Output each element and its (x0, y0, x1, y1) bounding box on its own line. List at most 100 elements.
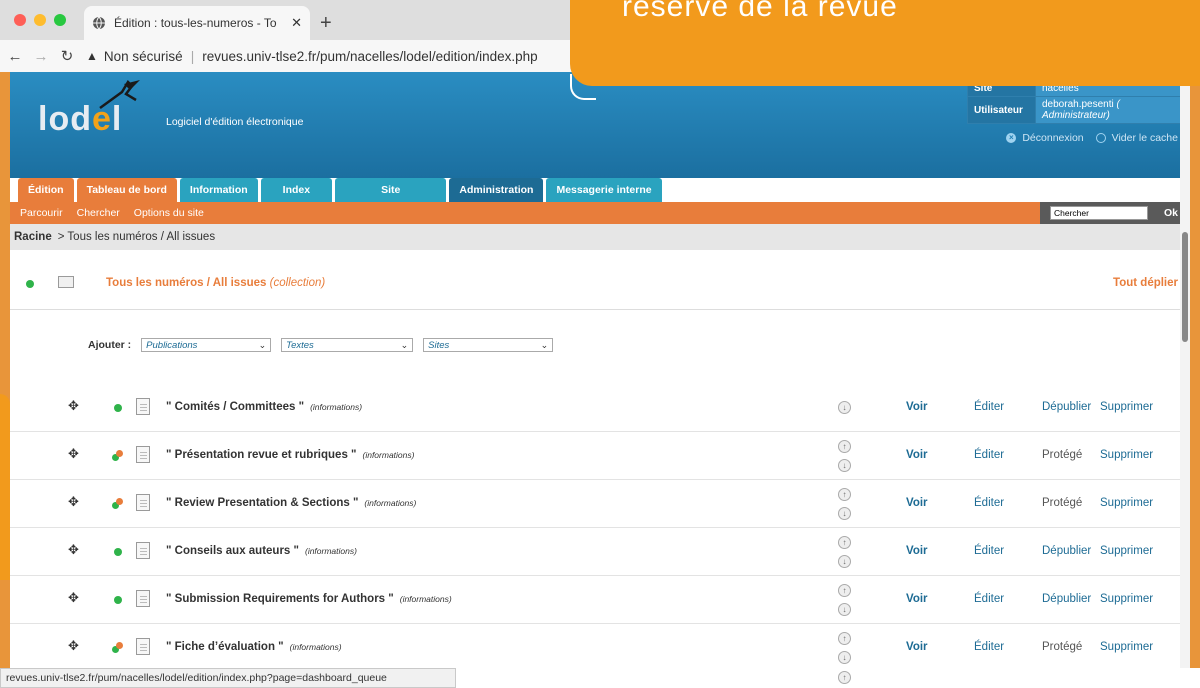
browser-tab[interactable]: Édition : tous-les-numeros - To ✕ (84, 6, 310, 40)
entry-type: (informations) (364, 498, 417, 508)
status-published-icon (114, 404, 122, 412)
status-protected-icon (112, 498, 124, 510)
subnav-browse[interactable]: Parcourir (20, 207, 63, 219)
scrollbar-thumb[interactable] (1182, 232, 1188, 342)
edit-link[interactable]: Éditer (974, 497, 1004, 509)
expand-all-link[interactable]: Tout déplier (1113, 277, 1178, 289)
drag-handle-icon[interactable]: ✥ (68, 638, 79, 654)
search-ok-button[interactable]: Ok (1164, 207, 1178, 219)
folder-icon (58, 276, 74, 288)
close-tab-icon[interactable]: ✕ (291, 15, 302, 31)
delete-link[interactable]: Supprimer (1100, 545, 1153, 557)
tab-dashboard[interactable]: Tableau de bord (76, 178, 177, 202)
delete-link[interactable]: Supprimer (1100, 449, 1153, 461)
tab-administration[interactable]: Administration (449, 178, 544, 202)
status-protected-icon (112, 450, 124, 462)
address-bar[interactable]: ▲ Non sécurisé | revues.univ-tlse2.fr/pu… (86, 49, 538, 64)
callout-text: réservé de la revue (622, 0, 898, 23)
view-link[interactable]: Voir (906, 401, 928, 413)
entry-title[interactable]: " Submission Requirements for Authors " (… (166, 593, 452, 605)
edit-link[interactable]: Éditer (974, 449, 1004, 461)
document-icon (136, 494, 150, 511)
add-sites-select[interactable]: Sites ⌄ (423, 338, 554, 352)
minimize-window-icon[interactable] (34, 14, 46, 26)
search-input[interactable] (1050, 206, 1148, 220)
back-icon[interactable]: ← (4, 48, 26, 65)
view-link[interactable]: Voir (906, 545, 928, 557)
publish-status-link[interactable]: Dépublier (1042, 545, 1091, 557)
entry-title[interactable]: " Fiche d’évaluation " (informations) (166, 641, 342, 653)
tab-messaging[interactable]: Messagerie interne (546, 178, 662, 202)
subnav-site-options[interactable]: Options du site (134, 207, 204, 219)
move-down-icon[interactable]: ↓ (838, 507, 851, 520)
view-link[interactable]: Voir (906, 593, 928, 605)
move-down-icon[interactable]: ↓ (838, 459, 851, 472)
move-down-icon[interactable]: ↓ (838, 555, 851, 568)
entry-title[interactable]: " Comités / Committees " (informations) (166, 401, 362, 413)
view-link[interactable]: Voir (906, 497, 928, 509)
add-publications-select[interactable]: Publications ⌄ (141, 338, 272, 352)
move-up-icon[interactable]: ↑ (838, 632, 851, 645)
drag-handle-icon[interactable]: ✥ (68, 398, 79, 414)
move-up-icon[interactable]: ↑ (838, 536, 851, 549)
tab-edition[interactable]: Édition (18, 178, 74, 202)
clear-cache-link[interactable]: Vider le cache (1095, 132, 1178, 144)
publish-status-link: Protégé (1042, 641, 1083, 653)
move-down-icon[interactable]: ↓ (838, 651, 851, 664)
tab-site[interactable]: Site (335, 178, 447, 202)
edit-link[interactable]: Éditer (974, 593, 1004, 605)
main-tabs: Édition Tableau de bord Information Inde… (18, 178, 662, 202)
reload-icon[interactable]: ↻ (56, 47, 78, 65)
edit-link[interactable]: Éditer (974, 641, 1004, 653)
publish-status-link[interactable]: Dépublier (1042, 593, 1091, 605)
entry-type: (informations) (310, 402, 363, 412)
delete-link[interactable]: Supprimer (1100, 593, 1153, 605)
add-texts-select[interactable]: Textes ⌄ (281, 338, 414, 352)
entry-title[interactable]: " Conseils aux auteurs " (informations) (166, 545, 357, 557)
tab-title: Édition : tous-les-numeros - To (114, 16, 277, 30)
maximize-window-icon[interactable] (54, 14, 66, 26)
move-down-icon[interactable]: ↓ (838, 603, 851, 616)
chevron-down-icon: ⌄ (400, 339, 409, 350)
table-row: ✥ " Comités / Committees " (informations) ↓… (10, 384, 1180, 432)
view-link[interactable]: Voir (906, 449, 928, 461)
entry-title[interactable]: " Présentation revue et rubriques " (info… (166, 449, 414, 461)
tab-index[interactable]: Index (260, 178, 333, 202)
drag-handle-icon[interactable]: ✥ (68, 494, 79, 510)
logo-text-end: l (111, 100, 123, 138)
edit-link[interactable]: Éditer (974, 545, 1004, 557)
drag-handle-icon[interactable]: ✥ (68, 542, 79, 558)
user-info: Site nacelles Utilisateur deborah.pesent… (967, 80, 1190, 124)
move-down-icon[interactable]: ↓ (838, 401, 851, 414)
tab-information[interactable]: Information (179, 178, 258, 202)
new-tab-button[interactable]: + (320, 12, 332, 35)
document-icon (136, 446, 150, 463)
publish-status-link[interactable]: Dépublier (1042, 401, 1091, 413)
delete-link[interactable]: Supprimer (1100, 401, 1153, 413)
logout-link[interactable]: × Déconnexion (1006, 132, 1084, 144)
move-up-icon[interactable]: ↑ (838, 584, 851, 597)
forward-icon[interactable]: → (30, 48, 52, 65)
drag-handle-icon[interactable]: ✥ (68, 446, 79, 462)
edit-link[interactable]: Éditer (974, 401, 1004, 413)
collection-title-text: Tous les numéros / All issues (106, 277, 267, 289)
bottom-strip: ↑ (456, 668, 1200, 688)
add-label: Ajouter : (88, 339, 132, 351)
move-up-icon[interactable]: ↑ (838, 440, 851, 453)
lodel-logo[interactable]: lodel (38, 100, 122, 139)
breadcrumb-root[interactable]: Racine (14, 231, 52, 243)
drag-handle-icon[interactable]: ✥ (68, 590, 79, 606)
page-viewport: lodel Logiciel d'édition électronique Si… (10, 72, 1190, 668)
delete-link[interactable]: Supprimer (1100, 497, 1153, 509)
move-up-icon[interactable]: ↑ (838, 488, 851, 501)
entry-title[interactable]: " Review Presentation & Sections " (infor… (166, 497, 416, 509)
table-row: ✥ " Présentation revue et rubriques " (inf… (10, 432, 1180, 480)
move-up-icon[interactable]: ↑ (838, 671, 851, 684)
collection-title[interactable]: Tous les numéros / All issues (collectio… (106, 277, 325, 289)
delete-link[interactable]: Supprimer (1100, 641, 1153, 653)
scrollbar[interactable] (1180, 72, 1190, 668)
subnav-search[interactable]: Chercher (77, 207, 120, 219)
view-link[interactable]: Voir (906, 641, 928, 653)
entry-list: ✥ " Comités / Committees " (informations) ↓… (10, 384, 1180, 668)
close-window-icon[interactable] (14, 14, 26, 26)
